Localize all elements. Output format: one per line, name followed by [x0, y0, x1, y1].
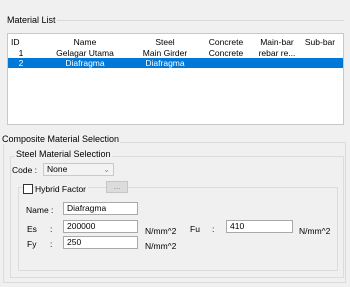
- composite-title: Composite Material Selection: [1, 134, 121, 144]
- code-select-value: None: [47, 164, 68, 174]
- column-header-name[interactable]: Name: [40, 37, 130, 47]
- table-row-selected[interactable]: 2 Diafragma Diafragma: [8, 58, 343, 68]
- hybrid-factor-checkbox[interactable]: [23, 184, 33, 194]
- fu-unit: N/mm^2: [299, 226, 331, 236]
- name-field[interactable]: Diafragma: [63, 202, 138, 215]
- cell-id: 1: [18, 48, 24, 58]
- column-header-concrete[interactable]: Concrete: [198, 37, 254, 47]
- fy-colon: :: [50, 239, 53, 249]
- fy-field[interactable]: 250: [63, 236, 138, 249]
- material-list-title: Material List: [6, 15, 57, 25]
- code-select[interactable]: None ⌄: [43, 163, 114, 176]
- es-colon: :: [50, 224, 53, 234]
- cell-steel: Main Girder: [142, 48, 188, 58]
- fu-colon: :: [212, 224, 215, 234]
- column-header-sub-bar[interactable]: Sub-bar: [300, 37, 340, 47]
- name-label: Name :: [26, 205, 54, 215]
- fu-field[interactable]: 410: [226, 220, 293, 233]
- cell-name: Diafragma: [65, 58, 105, 68]
- column-header-steel[interactable]: Steel: [128, 37, 202, 47]
- column-header-id[interactable]: ID: [11, 37, 23, 47]
- table-header: ID Name Steel Concrete Main-bar Sub-bar: [8, 37, 343, 47]
- es-field[interactable]: 200000: [63, 220, 138, 233]
- es-unit: N/mm^2: [145, 226, 177, 236]
- hybrid-factor-label: Hybrid Factor: [35, 184, 89, 194]
- material-list-group-line: [52, 20, 344, 21]
- cell-main-bar: rebar re...: [258, 48, 296, 58]
- cell-name: Gelagar Utama: [56, 48, 114, 58]
- column-header-main-bar[interactable]: Main-bar: [252, 37, 302, 47]
- cell-concrete: Concrete: [208, 48, 244, 58]
- es-label: Es: [27, 224, 37, 234]
- cell-steel: Diafragma: [145, 58, 185, 68]
- cell-id: 2: [18, 58, 24, 68]
- code-label: Code :: [12, 165, 38, 175]
- fy-label: Fy: [27, 239, 37, 249]
- fy-unit: N/mm^2: [145, 241, 177, 251]
- table-row[interactable]: 1 Gelagar Utama Main Girder Concrete reb…: [8, 48, 343, 58]
- hybrid-factor-browse-button[interactable]: ...: [106, 181, 128, 193]
- chevron-down-icon: ⌄: [103, 165, 110, 174]
- material-list-table[interactable]: ID Name Steel Concrete Main-bar Sub-bar …: [7, 33, 344, 125]
- steel-selection-title: Steel Material Selection: [15, 149, 112, 159]
- fu-label: Fu: [190, 224, 200, 234]
